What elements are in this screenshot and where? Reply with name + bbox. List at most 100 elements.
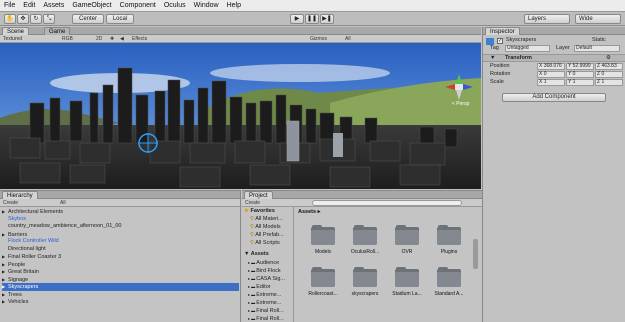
shading-dropdown[interactable]: Textured [3,35,22,43]
add-component-button[interactable]: Add Component [502,93,606,102]
gear-icon[interactable]: ⚙ [606,55,611,62]
scale-x-field[interactable]: X 1 [537,79,565,86]
folder-icon: ▸ ▬ [248,316,257,321]
menu-component[interactable]: Component [116,0,160,12]
scene-viewport[interactable] [0,43,481,189]
scale-tool-button[interactable]: ⤡ [43,14,55,24]
rotate-tool-button[interactable]: ↻ [30,14,42,24]
position-y-field[interactable]: Y 52.9999 [566,63,594,70]
assets-tree-item[interactable]: ▸ ▬ CASA Sig... [248,275,285,283]
assets-tree-item[interactable]: ▸ ▬ Final Roll... [248,315,284,322]
effects-dropdown[interactable]: Effects [132,35,147,43]
pause-icon: ❚❚ [306,16,318,22]
2d-toggle[interactable]: 2D [96,35,102,43]
gameobject-icon [486,38,494,45]
favorites-header[interactable]: ★ Favorites [244,208,275,215]
asset-folder[interactable]: Models [300,225,346,256]
transform-label: Transform [505,55,532,61]
assets-tree-item[interactable]: ▸ ▬ Extreme... [248,291,281,299]
scene-search-all[interactable]: All [345,35,351,43]
menu-assets[interactable]: Assets [39,0,68,12]
hierarchy-item-label: Architectural Elements [8,209,64,215]
rotation-z-field[interactable]: Z 0 [595,71,623,78]
position-z-field[interactable]: Z 463.83 [595,63,623,70]
asset-folder[interactable]: Plugins [426,225,472,256]
menu-oculus[interactable]: Oculus [160,0,190,12]
hierarchy-search-all[interactable]: All [60,199,66,207]
move-tool-button[interactable]: ✥ [17,14,29,24]
hierarchy-item[interactable]: Flock Controller Wild [2,238,59,245]
assets-tree-item[interactable]: ▸ ▬ Bird Flock [248,267,281,275]
menu-window[interactable]: Window [190,0,223,12]
menu-file[interactable]: File [0,0,19,12]
favorite-item[interactable]: ⚲ All Models [250,224,281,231]
assets-tree-label: CASA Sig... [256,276,285,282]
asset-folder[interactable]: Rollercoast... [300,267,346,298]
rotation-x-field[interactable]: X 0 [537,71,565,78]
pause-button[interactable]: ❚❚ [305,14,319,24]
favorite-item[interactable]: ⚲ All Prefab... [250,232,284,239]
favorite-item[interactable]: ⚲ All Scripts [250,240,280,247]
tab-scene[interactable]: Scene [2,27,30,35]
tag-dropdown[interactable]: Untagged [505,45,550,52]
layers-label: Layers [528,16,547,22]
asset-folder-label: OculusRoll... [350,249,380,255]
hierarchy-create-dropdown[interactable]: Create [3,199,18,207]
hierarchy-item[interactable]: ▶ Skyscrapers [2,283,239,291]
assets-tree-label: Audience [256,260,280,266]
play-button[interactable]: ▶ [290,14,304,24]
rotation-y-field[interactable]: Y 0 [566,71,594,78]
position-x-field[interactable]: X 368.076 [537,63,565,70]
hierarchy-item[interactable]: ▶ Vehicles [2,298,29,306]
asset-folder[interactable]: OculusRoll... [342,225,388,256]
project-panel: Project Create ★ Favorites ⚲ All Materi.… [242,190,482,322]
hierarchy-item-label: Final Roller Coaster 3 [8,254,62,260]
tab-hierarchy[interactable]: Hierarchy [2,191,38,199]
project-create-dropdown[interactable]: Create [245,199,260,207]
hierarchy-item[interactable]: Skybox [2,216,26,223]
hierarchy-item[interactable]: country_meadow_ambience_afternoon_01_00 [2,223,121,230]
tab-inspector[interactable]: Inspector [485,27,520,35]
project-scrollbar[interactable] [473,239,478,269]
layers-dropdown[interactable]: Layers [524,14,570,24]
scene-controlbar: Textured RGB 2D ✚ ◀ Effects Gizmos All [0,35,481,43]
favorite-item[interactable]: ⚲ All Materi... [250,216,283,223]
assets-tree-item[interactable]: ▸ ▬ Audience [248,259,279,267]
assets-tree-item[interactable]: ▸ ▬ Editor [248,283,271,291]
folder-icon: ▸ ▬ [248,276,257,281]
static-toggle[interactable]: Static [592,37,606,44]
tab-game[interactable]: Game [44,27,71,35]
menu-edit[interactable]: Edit [19,0,39,12]
menu-gameobject[interactable]: GameObject [68,0,115,12]
transform-expand-icon[interactable]: ▼ [490,55,495,62]
project-search-input[interactable] [312,200,462,206]
scale-y-field[interactable]: Y 1 [566,79,594,86]
asset-folder[interactable]: Standard A... [426,267,472,298]
scene-orientation-gizmo[interactable] [443,72,475,102]
tab-project[interactable]: Project [244,191,273,199]
menu-help[interactable]: Help [223,0,245,12]
layer-dropdown[interactable]: Default [574,45,620,52]
asset-folder[interactable]: OVR [384,225,430,256]
object-name-field[interactable]: Skyscrapers [506,37,536,44]
hand-tool-button[interactable]: ✋ [4,14,16,24]
asset-folder-label: OVR [401,249,413,255]
assets-header[interactable]: ▼ Assets [244,251,269,258]
step-button[interactable]: ▶❚ [320,14,334,24]
assets-tree-item[interactable]: ▸ ▬ Final Roll... [248,307,284,315]
persp-label: < Persp [452,101,470,107]
asset-folder[interactable]: skyscrapers [342,267,388,298]
asset-folder[interactable]: Stadium La... [384,267,430,298]
gizmos-dropdown[interactable]: Gizmos [310,35,327,43]
pivot-local-button[interactable]: Local [106,14,134,24]
layout-dropdown[interactable]: Wide [575,14,621,24]
audio-toggle-icon[interactable]: ◀ [120,35,124,43]
scale-z-field[interactable]: Z 1 [595,79,623,86]
pivot-center-button[interactable]: Center [72,14,104,24]
active-checkbox[interactable]: ✓ [497,38,503,44]
assets-tree-item[interactable]: ▸ ▬ Extreme... [248,299,281,307]
lighting-toggle-icon[interactable]: ✚ [110,35,114,43]
hierarchy-item[interactable]: Directional light [2,246,46,253]
render-mode-dropdown[interactable]: RGB [62,35,73,43]
folder-icon [311,267,335,287]
